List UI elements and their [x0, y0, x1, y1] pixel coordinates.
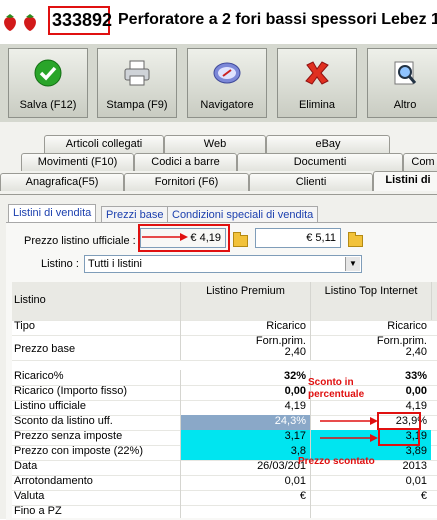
- strawberry-icon: [4, 14, 16, 31]
- tab-articoli-collegati[interactable]: Articoli collegati: [44, 135, 164, 153]
- table-row[interactable]: Ricarico% 32% 33%: [12, 370, 437, 386]
- more-button-label: Altro: [393, 99, 417, 111]
- header: 333892 Perforatore a 2 fori bassi spesso…: [0, 0, 437, 44]
- prezzo-listino-field-2[interactable]: € 5,11: [255, 228, 341, 248]
- folder-icon[interactable]: [233, 232, 248, 247]
- delete-x-icon: [305, 61, 329, 85]
- tab-movimenti[interactable]: Movimenti (F10): [21, 153, 134, 171]
- tab-web[interactable]: Web: [164, 135, 266, 153]
- tab-anagrafica[interactable]: Anagrafica(F5): [0, 173, 124, 191]
- folder-icon[interactable]: [348, 232, 363, 247]
- tab-listini[interactable]: Listini di: [373, 171, 437, 191]
- article-title: Perforatore a 2 fori bassi spessori Lebe…: [118, 11, 437, 28]
- listino-select-value: Tutti i listini: [88, 258, 142, 270]
- arrow-icon: [320, 417, 378, 442]
- grid-header-row: Listino Listino Premium Listino Top Inte…: [12, 282, 437, 321]
- table-row[interactable]: Ricarico (Importo fisso) 0,00 0,00: [12, 385, 437, 401]
- tab-ebay[interactable]: eBay: [266, 135, 390, 153]
- printer-icon: [124, 60, 150, 86]
- navigator-button-label: Navigatore: [200, 99, 254, 111]
- tab-codici-a-barre[interactable]: Codici a barre: [134, 153, 237, 171]
- more-button[interactable]: Altro: [367, 48, 437, 118]
- col-header-premium: Listino Premium: [180, 282, 310, 320]
- article-code: 333892: [52, 10, 113, 30]
- prezzo-base-value: 2,40: [405, 346, 427, 358]
- tab-documenti[interactable]: Documenti: [237, 153, 403, 171]
- check-icon: [34, 59, 62, 87]
- listino-select[interactable]: Tutti i listini ▼: [84, 255, 362, 273]
- col-header-top-internet: Listino Top Internet: [310, 282, 431, 320]
- main-tabs: Articoli collegati Web eBay Movimenti (F…: [0, 122, 437, 194]
- chevron-down-icon[interactable]: ▼: [345, 257, 360, 271]
- table-row[interactable]: Fino a PZ: [12, 505, 437, 518]
- subtab-condizioni-speciali[interactable]: Condizioni speciali di vendita: [167, 206, 319, 223]
- table-row[interactable]: Listino ufficiale 4,19 4,19: [12, 400, 437, 416]
- table-row[interactable]: Valuta € €: [12, 490, 437, 506]
- print-button[interactable]: Stampa (F9): [97, 48, 177, 118]
- search-icon: [394, 61, 417, 85]
- print-button-label: Stampa (F9): [106, 99, 168, 111]
- delete-button-label: Elimina: [298, 99, 336, 111]
- tab-fornitori[interactable]: Fornitori (F6): [124, 173, 249, 191]
- table-row[interactable]: Arrotondamento 0,01 0,01: [12, 475, 437, 491]
- toolbar: Salva (F12) Stampa (F9) Navigatore Elimi…: [0, 44, 437, 122]
- table-row[interactable]: Prezzo base Forn.prim. 2,40 Forn.prim. 2…: [12, 335, 437, 361]
- compass-icon: [213, 62, 241, 84]
- tab-clienti[interactable]: Clienti: [249, 173, 373, 191]
- save-button-label: Salva (F12): [19, 99, 77, 111]
- prezzo-base-value: 2,40: [284, 346, 306, 358]
- annotation-prezzo: Prezzo scontato: [298, 456, 375, 467]
- delete-button[interactable]: Elimina: [277, 48, 357, 118]
- table-row[interactable]: Tipo Ricarico Ricarico: [12, 320, 437, 336]
- annotation-sconto: Sconto in percentuale: [308, 377, 365, 400]
- navigator-button[interactable]: Navigatore: [187, 48, 267, 118]
- prezzo-highlight-box: [378, 428, 420, 446]
- prezzo-listino-field-1[interactable]: € 4,19: [140, 228, 226, 248]
- prezzo-listino-label: Prezzo listino ufficiale :: [24, 235, 136, 247]
- save-button[interactable]: Salva (F12): [8, 48, 88, 118]
- subtab-prezzi-base[interactable]: Prezzi base: [101, 206, 169, 223]
- col-header-listino: Listino: [14, 294, 46, 306]
- listini-grid: Listino Listino Premium Listino Top Inte…: [12, 282, 437, 518]
- strawberry-icon: [24, 14, 36, 31]
- listino-label: Listino :: [41, 258, 79, 270]
- tab-com[interactable]: Com: [403, 153, 437, 171]
- subtab-listini-di-vendita[interactable]: Listini di vendita: [8, 204, 97, 223]
